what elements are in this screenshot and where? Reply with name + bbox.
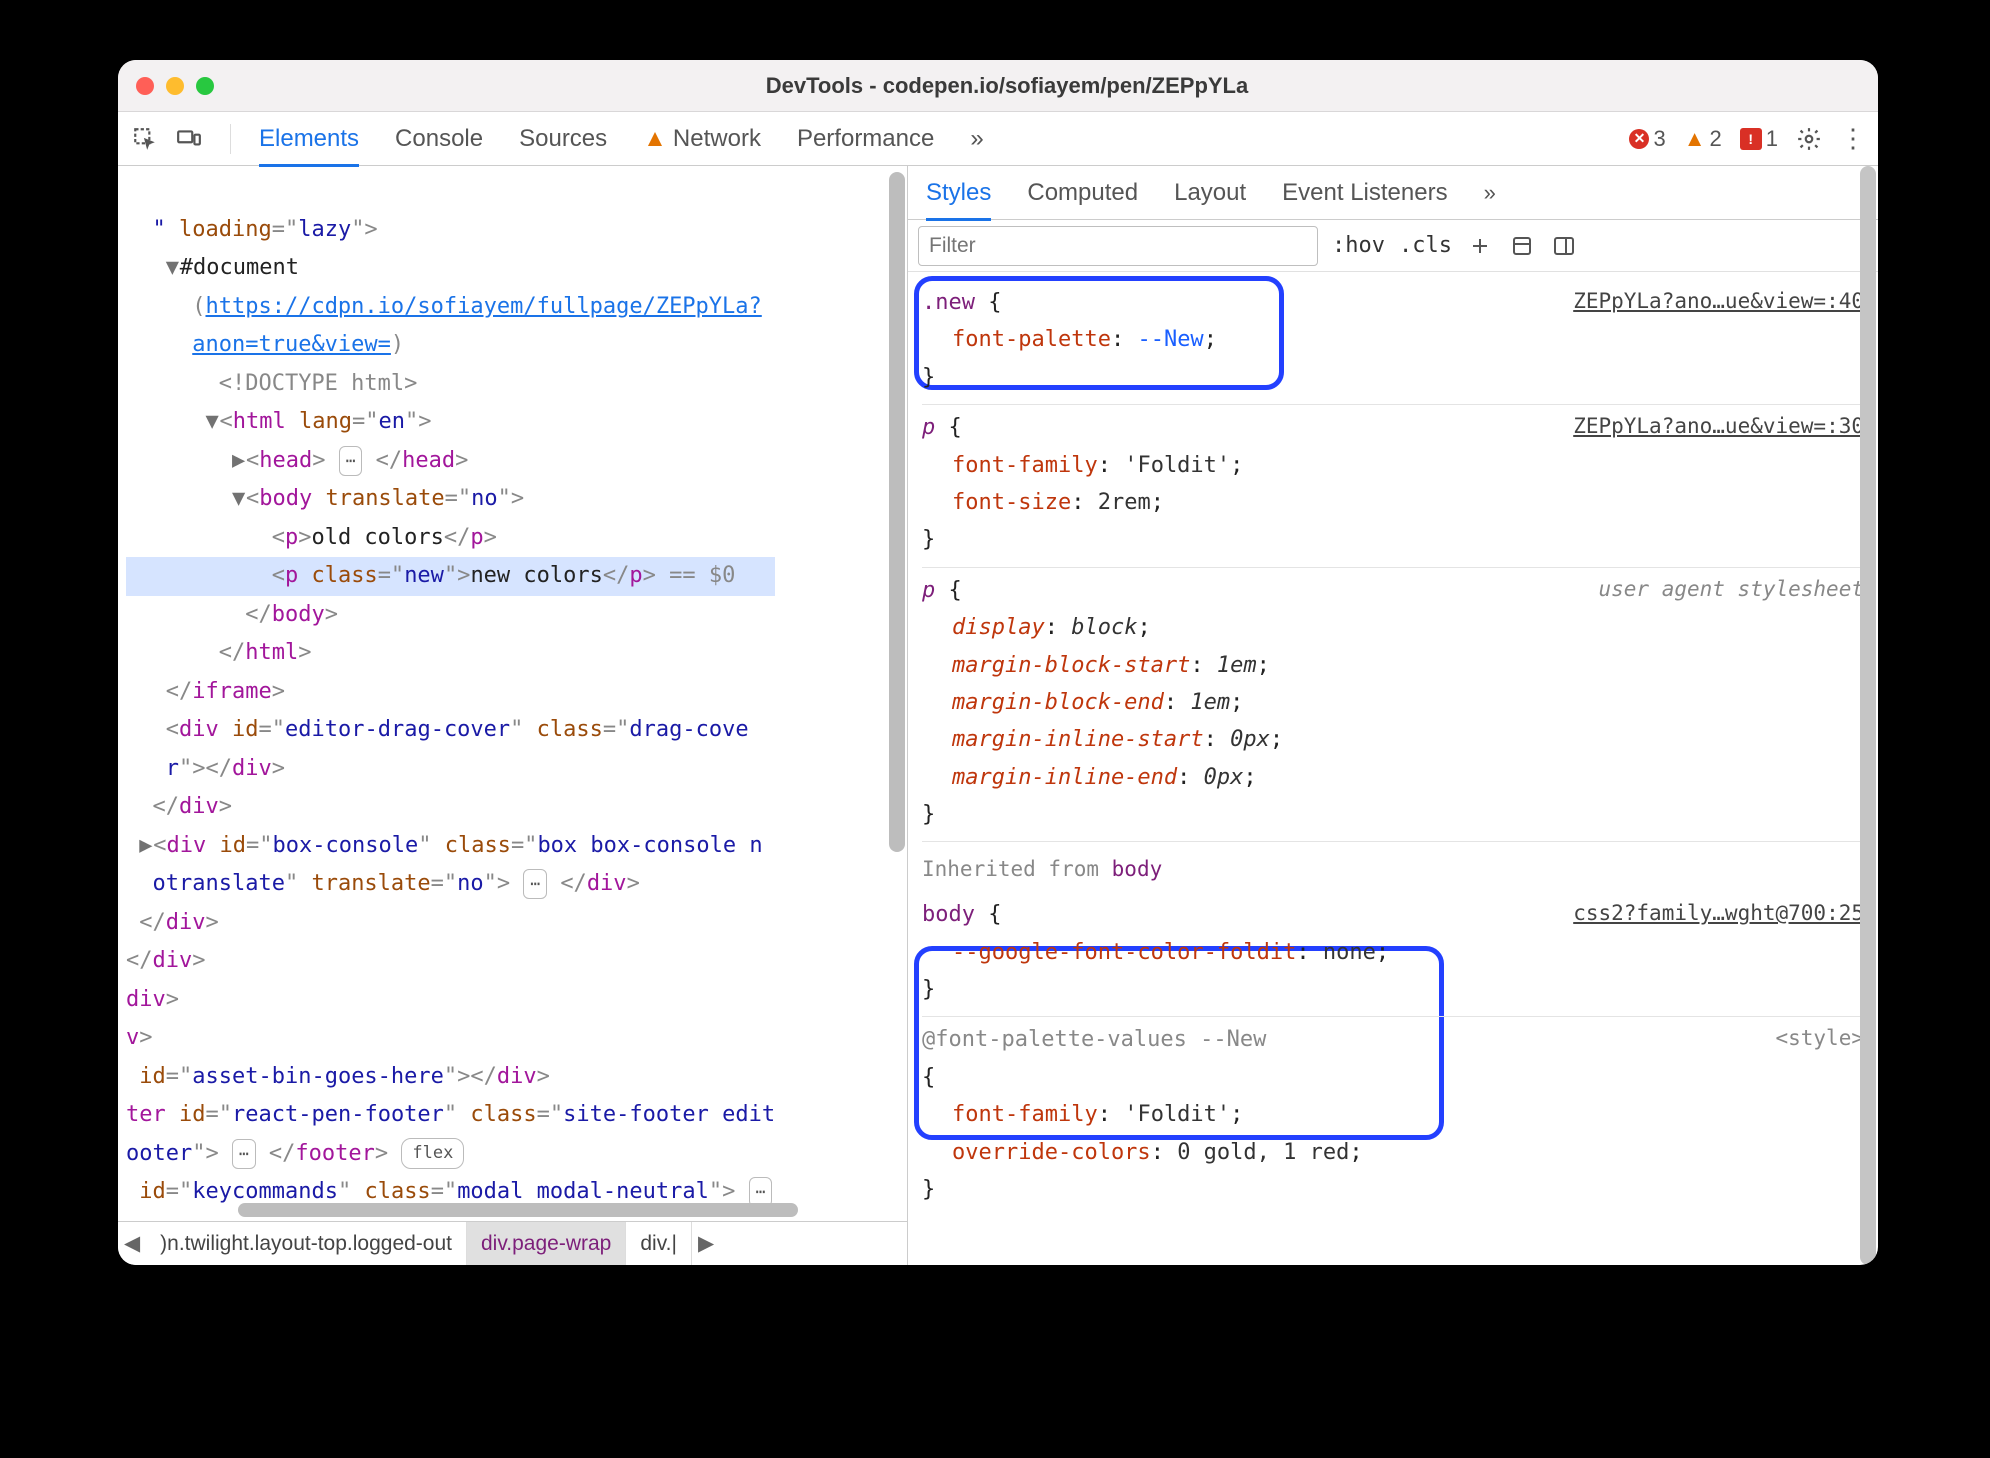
- inherited-divider: Inherited from body: [922, 842, 1864, 892]
- elements-pane: " loading="lazy"> ▼#document (https://cd…: [118, 166, 908, 1265]
- css-rule[interactable]: ZEPpYLa?ano…ue&view=:40 .new { font-pale…: [922, 280, 1864, 405]
- tab-network[interactable]: ▲Network: [643, 113, 761, 165]
- subtab-styles[interactable]: Styles: [926, 167, 991, 219]
- cls-toggle[interactable]: .cls: [1399, 233, 1452, 258]
- doctype-node[interactable]: <!DOCTYPE html>: [219, 371, 418, 396]
- style-rules: ZEPpYLa?ano…ue&view=:40 .new { font-pale…: [908, 272, 1878, 1265]
- kebab-icon[interactable]: ⋮: [1840, 123, 1864, 154]
- computed-toggle-icon[interactable]: [1508, 232, 1536, 260]
- crumb-item[interactable]: )n.twilight.layout-top.logged-out: [146, 1222, 467, 1265]
- subtab-computed[interactable]: Computed: [1027, 167, 1138, 219]
- iframe-url-link-2[interactable]: anon=true&view=: [192, 332, 391, 357]
- vertical-scrollbar[interactable]: [889, 172, 905, 852]
- devtools-window: DevTools - codepen.io/sofiayem/pen/ZEPpY…: [118, 60, 1878, 1265]
- tab-sources[interactable]: Sources: [519, 113, 607, 165]
- zoom-icon[interactable]: [196, 77, 214, 95]
- iframe-url-link[interactable]: https://cdpn.io/sofiayem/fullpage/ZEPpYL…: [205, 294, 761, 319]
- styles-subtabs: Styles Computed Layout Event Listeners »: [908, 166, 1878, 220]
- panel-tabs: Elements Console Sources ▲Network Perfor…: [259, 113, 984, 165]
- ellipsis-icon[interactable]: ⋯: [339, 446, 363, 476]
- css-rule[interactable]: ZEPpYLa?ano…ue&view=:30 p { font-family:…: [922, 405, 1864, 568]
- main-toolbar: Elements Console Sources ▲Network Perfor…: [118, 112, 1878, 166]
- styles-scrollbar[interactable]: [1860, 166, 1876, 1265]
- ellipsis-icon[interactable]: ⋯: [523, 869, 547, 899]
- styles-filter-input[interactable]: [918, 226, 1318, 266]
- css-rule-ua[interactable]: user agent stylesheet p { display: block…: [922, 568, 1864, 843]
- rule-source-link[interactable]: ZEPpYLa?ano…ue&view=:40: [1573, 284, 1864, 320]
- warning-icon: ▲: [643, 125, 667, 152]
- device-icon[interactable]: [176, 126, 202, 152]
- hov-toggle[interactable]: :hov: [1332, 233, 1385, 258]
- rule-source-link[interactable]: css2?family…wght@700:25: [1573, 896, 1864, 932]
- styles-pane: Styles Computed Layout Event Listeners »…: [908, 166, 1878, 1265]
- subtab-layout[interactable]: Layout: [1174, 167, 1246, 219]
- errors-badge[interactable]: ✕3: [1629, 126, 1665, 152]
- css-rule-atrule[interactable]: @font-palette-values --New <style> { fon…: [922, 1017, 1864, 1216]
- crumb-scroll-right-icon[interactable]: ▶: [692, 1231, 720, 1256]
- warning-icon: ▲: [1684, 126, 1706, 152]
- tabs-overflow[interactable]: »: [970, 113, 983, 165]
- inspect-icon[interactable]: [132, 126, 158, 152]
- breadcrumb: ◀ )n.twilight.layout-top.logged-out div.…: [118, 1221, 907, 1265]
- window-title: DevTools - codepen.io/sofiayem/pen/ZEPpY…: [214, 73, 1800, 99]
- error-icon: ✕: [1629, 129, 1649, 149]
- traffic-lights: [136, 77, 214, 95]
- tab-performance[interactable]: Performance: [797, 113, 934, 165]
- warnings-badge[interactable]: ▲2: [1684, 126, 1722, 152]
- rule-source-style[interactable]: <style>: [1775, 1021, 1864, 1057]
- new-rule-icon[interactable]: [1466, 232, 1494, 260]
- subtabs-overflow[interactable]: »: [1484, 168, 1496, 218]
- horizontal-scrollbar[interactable]: [238, 1203, 798, 1217]
- atrule-header: @font-palette-values --New: [922, 1027, 1266, 1052]
- styles-filter-row: :hov .cls: [908, 220, 1878, 272]
- tab-console[interactable]: Console: [395, 113, 483, 165]
- rule-source-link[interactable]: ZEPpYLa?ano…ue&view=:30: [1573, 409, 1864, 445]
- selected-node[interactable]: <p class="new">new colors</p> == $0: [126, 557, 775, 596]
- crumb-scroll-left-icon[interactable]: ◀: [118, 1231, 146, 1256]
- subtab-listeners[interactable]: Event Listeners: [1282, 167, 1447, 219]
- issues-badge[interactable]: !1: [1740, 126, 1778, 152]
- rule-source-ua: user agent stylesheet: [1598, 572, 1864, 608]
- crumb-item[interactable]: div.page-wrap: [467, 1222, 626, 1265]
- status-badges: ✕3 ▲2 !1 ⋮: [1629, 123, 1864, 154]
- flex-badge[interactable]: flex: [401, 1138, 464, 1170]
- tab-elements[interactable]: Elements: [259, 113, 359, 165]
- settings-icon[interactable]: [1796, 126, 1822, 152]
- dom-tree[interactable]: " loading="lazy"> ▼#document (https://cd…: [118, 166, 907, 1221]
- titlebar: DevTools - codepen.io/sofiayem/pen/ZEPpY…: [118, 60, 1878, 112]
- issue-icon: !: [1740, 128, 1762, 150]
- toggle-sidebar-icon[interactable]: [1550, 232, 1578, 260]
- minimize-icon[interactable]: [166, 77, 184, 95]
- css-rule[interactable]: css2?family…wght@700:25 body { --google-…: [922, 892, 1864, 1017]
- ellipsis-icon[interactable]: ⋯: [232, 1139, 256, 1169]
- close-icon[interactable]: [136, 77, 154, 95]
- crumb-item[interactable]: div.|: [626, 1222, 692, 1265]
